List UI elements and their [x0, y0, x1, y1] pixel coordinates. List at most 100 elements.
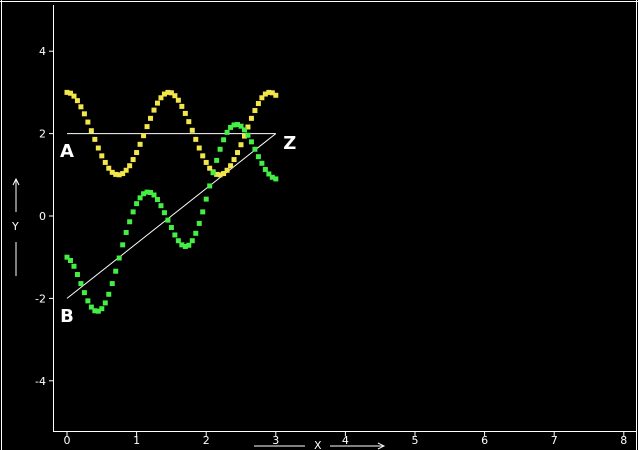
- series-b-point: [130, 209, 136, 215]
- series-a-point: [172, 93, 178, 99]
- x-tick-label: 7: [551, 434, 558, 447]
- series-b-point: [71, 263, 77, 269]
- series-b-point: [241, 127, 247, 133]
- x-tick-label: 8: [620, 434, 627, 447]
- series-b-point: [74, 272, 80, 278]
- x-axis-label: X: [314, 439, 322, 450]
- series-b-point: [154, 197, 160, 203]
- series-b-point: [127, 219, 133, 225]
- series-b-point: [262, 166, 268, 172]
- series-a-point: [123, 167, 129, 173]
- reference-segments: [66, 133, 277, 299]
- series-a-point: [92, 136, 98, 142]
- x-tick-label: 2: [203, 434, 210, 447]
- series-b-point: [200, 209, 206, 215]
- x-tick-label: 6: [481, 434, 488, 447]
- series-a-point: [175, 97, 181, 103]
- series-b-point: [214, 157, 220, 163]
- series-b-point: [172, 232, 178, 238]
- series-a-point: [151, 107, 157, 113]
- y-axis-title: Y: [11, 177, 20, 276]
- series-a-point: [231, 157, 237, 163]
- series-b-point: [196, 220, 202, 226]
- series-a-point: [200, 153, 206, 159]
- series-a-point: [102, 159, 108, 165]
- series-a-point: [228, 163, 234, 169]
- series-b-point: [99, 306, 105, 312]
- series-b-point: [193, 230, 199, 236]
- series-a-point: [179, 103, 185, 109]
- series-b-point: [120, 242, 126, 248]
- series-a-point: [186, 119, 192, 125]
- series-b-point: [123, 229, 129, 235]
- series-a-point: [99, 153, 105, 159]
- series-a-point: [148, 115, 154, 121]
- chart-frame: [0, 0, 638, 450]
- series-a-point: [141, 133, 147, 139]
- series-b-point: [113, 268, 119, 274]
- x-tick-label: 4: [342, 434, 349, 447]
- series-b-point: [161, 210, 167, 216]
- series-b-point: [106, 291, 112, 297]
- series-b-point: [252, 146, 258, 152]
- series-a-point: [189, 127, 195, 133]
- series-b-point: [210, 170, 216, 176]
- series-a-point: [134, 150, 140, 156]
- series-b-points: [64, 122, 279, 314]
- series-b-point: [102, 300, 108, 306]
- series-a-point: [182, 110, 188, 116]
- series-b-point: [203, 196, 209, 202]
- y-tick-label: 0: [39, 210, 46, 223]
- series-a-point: [193, 136, 199, 142]
- series-b-point: [245, 132, 251, 138]
- series-b-point: [151, 192, 157, 198]
- series-b-point: [81, 290, 87, 296]
- reference-segment: [66, 133, 277, 299]
- series-b-point: [78, 281, 84, 287]
- series-b-point: [207, 183, 213, 189]
- series-a-point: [248, 115, 254, 121]
- series-a-point: [154, 100, 160, 106]
- y-axis-label: Y: [11, 220, 19, 233]
- series-a-point: [238, 142, 244, 148]
- point-label: A: [60, 141, 74, 162]
- chart-area: 0 1 2 3 4 5 6 7 8 -4 -2 0 2 4 A B Z Y X: [0, 0, 638, 450]
- series-b-point: [158, 203, 164, 209]
- series-b-point: [109, 281, 115, 287]
- point-label: Z: [283, 133, 296, 154]
- series-b-point: [189, 238, 195, 244]
- series-a-point: [196, 145, 202, 151]
- y-tick-label: -2: [35, 292, 46, 305]
- series-b-point: [221, 137, 227, 143]
- series-b-point: [259, 160, 265, 166]
- x-tick-label: 0: [64, 434, 71, 447]
- series-a-point: [130, 157, 136, 163]
- y-tick-label: -4: [35, 375, 46, 388]
- series-b-point: [67, 257, 73, 263]
- y-tick-label: 4: [39, 45, 46, 58]
- series-a-point: [273, 92, 279, 98]
- series-a-point: [137, 141, 143, 147]
- series-b-point: [116, 255, 122, 261]
- series-a-point: [81, 111, 87, 117]
- series-a-point: [95, 145, 101, 151]
- series-b-point: [165, 217, 171, 223]
- x-tick-label: 5: [412, 434, 419, 447]
- series-a-point: [88, 128, 94, 134]
- series-b-point: [224, 129, 230, 135]
- series-a-point: [85, 119, 91, 125]
- series-b-point: [186, 242, 192, 248]
- series-a-point: [255, 101, 261, 107]
- series-a-point: [203, 159, 209, 165]
- series-a-point: [78, 104, 84, 110]
- series-b-point: [85, 298, 91, 304]
- x-tick-label: 3: [272, 434, 279, 447]
- series-b-point: [217, 146, 223, 152]
- series-a-point: [252, 108, 258, 114]
- y-tick-label: 2: [39, 128, 46, 141]
- series-a-point: [144, 124, 150, 130]
- series-b-point: [248, 139, 254, 145]
- series-b-point: [255, 154, 261, 160]
- series-b-point: [273, 176, 279, 182]
- point-label: B: [60, 306, 74, 327]
